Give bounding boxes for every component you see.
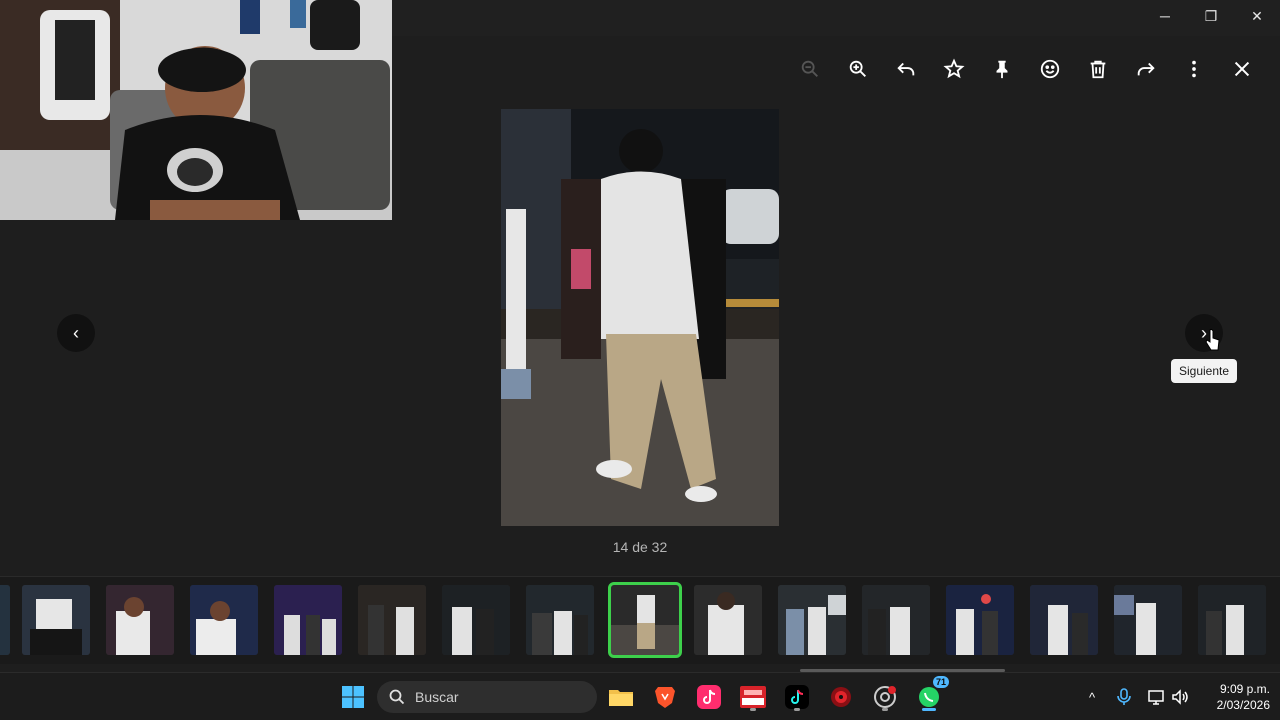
running-indicator <box>882 708 888 711</box>
search-placeholder: Buscar <box>415 689 459 705</box>
next-tooltip: Siguiente <box>1171 359 1237 383</box>
voicemeeter-button[interactable] <box>737 681 769 713</box>
network-icon <box>1148 690 1164 705</box>
microphone-icon <box>1117 688 1131 705</box>
zoom-out-button[interactable] <box>786 52 834 86</box>
reply-icon <box>897 62 915 76</box>
image-viewer-window: ─ ❐ ✕ ‹ › Siguiente 14 de 32 <box>0 0 1280 672</box>
tiktok-studio-button[interactable] <box>693 681 725 713</box>
viewer-toolbar <box>786 52 1266 86</box>
star-button[interactable] <box>930 52 978 86</box>
window-close-button[interactable]: ✕ <box>1234 0 1280 32</box>
reply-button[interactable] <box>882 52 930 86</box>
thumbnail[interactable] <box>1114 585 1182 655</box>
thumbnail[interactable] <box>862 585 930 655</box>
network-button[interactable] <box>1146 681 1168 713</box>
taskbar-search[interactable]: Buscar <box>377 681 597 713</box>
thumbnail[interactable] <box>778 585 846 655</box>
thumbnail[interactable] <box>0 585 10 655</box>
zoom-in-icon <box>849 60 866 77</box>
trash-icon <box>1090 60 1106 79</box>
tiktok-pink-icon <box>697 685 721 709</box>
folder-icon <box>609 690 633 706</box>
previous-button[interactable]: ‹ <box>57 314 95 352</box>
street-photo-image <box>501 109 779 526</box>
pin-button[interactable] <box>978 52 1026 86</box>
thumbnail[interactable] <box>190 585 258 655</box>
pin-icon <box>996 60 1008 79</box>
thumbnail[interactable] <box>442 585 510 655</box>
thumbnail[interactable] <box>358 585 426 655</box>
chevron-up-icon: ^ <box>1088 689 1096 705</box>
thumbnail[interactable] <box>1198 585 1266 655</box>
active-indicator <box>922 708 936 711</box>
forward-icon <box>1137 62 1155 76</box>
thumbnail[interactable] <box>694 585 762 655</box>
minimize-button[interactable]: ─ <box>1142 0 1188 32</box>
more-options-button[interactable] <box>1170 52 1218 86</box>
start-button[interactable] <box>337 681 369 713</box>
tiktok-button[interactable] <box>781 681 813 713</box>
close-icon <box>1234 61 1250 77</box>
clock-date: 2/03/2026 <box>1216 698 1270 712</box>
brave-lion-icon <box>655 687 675 708</box>
mouse-cursor-icon <box>1205 328 1220 351</box>
main-photo[interactable] <box>501 109 779 526</box>
webcam-feed-image <box>0 0 392 220</box>
chrome-icon <box>874 686 896 708</box>
running-indicator <box>794 708 800 711</box>
whatsapp-badge: 71 <box>932 676 949 688</box>
app-red-button[interactable] <box>825 681 857 713</box>
show-hidden-icons-button[interactable]: ^ <box>1082 681 1102 713</box>
image-counter: 14 de 32 <box>612 539 668 555</box>
emoji-icon <box>1040 59 1060 79</box>
chevron-left-icon: ‹ <box>73 322 79 343</box>
star-icon <box>943 58 965 79</box>
microphone-button[interactable] <box>1114 681 1134 713</box>
zoom-out-icon <box>801 60 818 77</box>
forward-button[interactable] <box>1122 52 1170 86</box>
taskbar: Buscar 71 ^ 9:09 p.m. 2/03/2026 <box>0 672 1280 720</box>
red-app-icon <box>831 687 851 707</box>
file-explorer-button[interactable] <box>605 681 637 713</box>
brave-browser-button[interactable] <box>649 681 681 713</box>
close-viewer-button[interactable] <box>1218 52 1266 86</box>
thumbnail-active[interactable] <box>608 582 682 658</box>
thumbnail[interactable] <box>526 585 594 655</box>
thumbnail[interactable] <box>22 585 90 655</box>
thumbnail[interactable] <box>106 585 174 655</box>
thumbnail[interactable] <box>946 585 1014 655</box>
thumbnail-strip <box>0 576 1280 664</box>
clock-time: 9:09 p.m. <box>1219 682 1270 696</box>
whatsapp-icon <box>919 687 939 707</box>
speaker-icon <box>1172 689 1188 705</box>
more-vertical-icon <box>1192 60 1196 78</box>
volume-button[interactable] <box>1170 681 1192 713</box>
delete-button[interactable] <box>1074 52 1122 86</box>
webcam-overlay <box>0 0 392 220</box>
react-button[interactable] <box>1026 52 1074 86</box>
zoom-in-button[interactable] <box>834 52 882 86</box>
whatsapp-button[interactable]: 71 <box>913 676 949 713</box>
windows-logo-icon <box>342 686 364 708</box>
search-icon <box>389 689 405 705</box>
tiktok-icon <box>785 685 809 709</box>
running-indicator <box>750 708 756 711</box>
chrome-button[interactable] <box>869 681 901 713</box>
clock[interactable]: 9:09 p.m. 2/03/2026 <box>1196 681 1270 713</box>
thumbnail[interactable] <box>1030 585 1098 655</box>
thumbnail[interactable] <box>274 585 342 655</box>
voicemeeter-icon <box>740 686 766 708</box>
restore-button[interactable]: ❐ <box>1188 0 1234 32</box>
